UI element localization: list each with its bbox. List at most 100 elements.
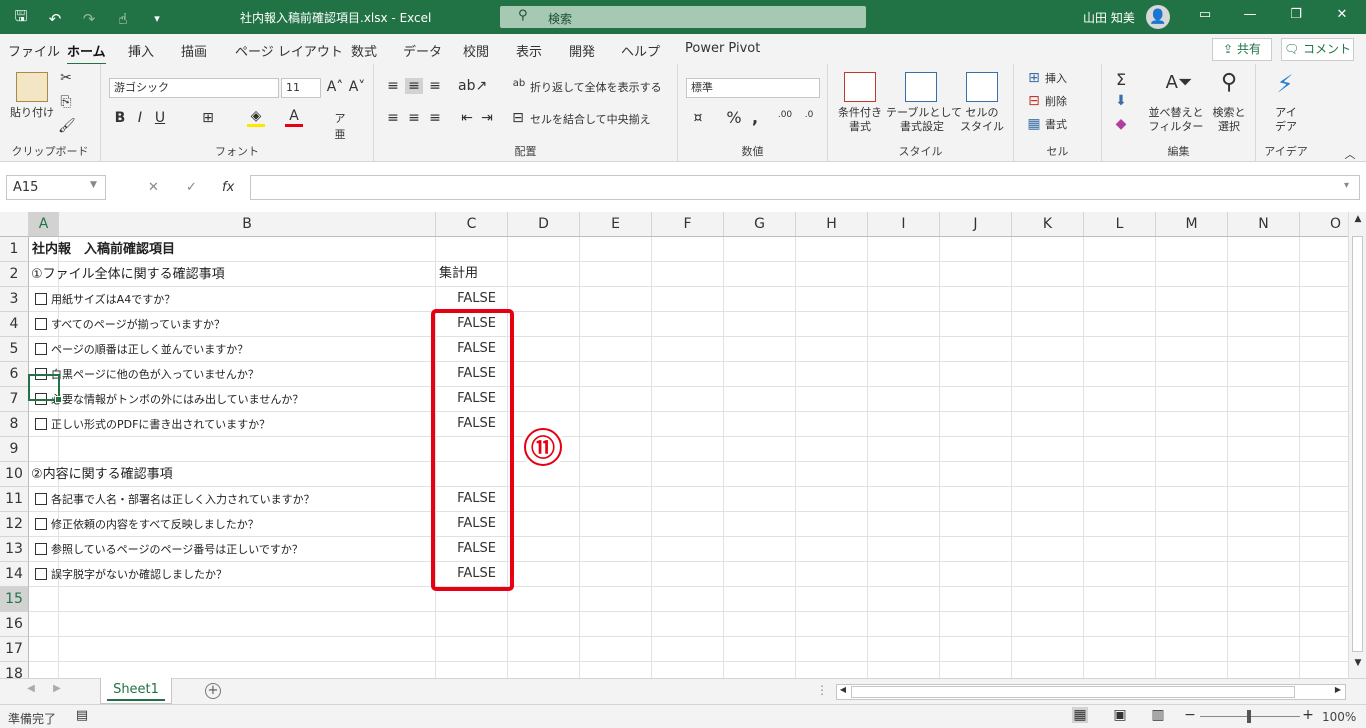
ideas-button[interactable]: アイ デア — [1260, 106, 1312, 134]
tab-split-handle[interactable]: ⋮ — [816, 683, 828, 697]
section-heading-cell[interactable]: ①ファイル全体に関する確認事項 — [31, 262, 225, 286]
tab-page-layout[interactable]: ページ レイアウト — [235, 41, 343, 60]
touch-mode-icon[interactable]: ☝ — [112, 10, 134, 28]
row-header-17[interactable]: 17 — [0, 637, 29, 662]
user-avatar-icon[interactable]: 👤 — [1146, 5, 1170, 29]
column-header-i[interactable]: I — [868, 212, 940, 237]
bold-icon[interactable]: B — [113, 110, 127, 126]
row-header-4[interactable]: 4 — [0, 312, 29, 337]
section-heading-cell[interactable]: ②内容に関する確認事項 — [31, 462, 173, 486]
comments-button[interactable]: 🗨 コメント — [1281, 38, 1354, 61]
zoom-out-icon[interactable]: − — [1184, 707, 1196, 723]
page-layout-view-icon[interactable]: ▣ — [1112, 707, 1128, 723]
row-header-18[interactable]: 18 — [0, 662, 29, 678]
tab-draw[interactable]: 描画 — [181, 41, 207, 60]
align-top-icon[interactable]: ≡ — [384, 78, 402, 94]
column-header-h[interactable]: H — [796, 212, 868, 237]
name-box-dropdown-icon[interactable]: ▼ — [90, 180, 97, 190]
horizontal-scroll-thumb[interactable] — [851, 686, 1295, 698]
orientation-icon[interactable]: ab↗ — [458, 78, 487, 94]
column-header-d[interactable]: D — [508, 212, 580, 237]
checkbox[interactable] — [35, 492, 47, 505]
borders-icon[interactable]: ⊞ — [199, 110, 217, 126]
share-button[interactable]: ⇪ 共有 — [1212, 38, 1272, 61]
number-format-select[interactable]: 標準 — [686, 78, 820, 98]
aggregate-header-cell[interactable]: 集計用 — [439, 262, 478, 286]
row-header-16[interactable]: 16 — [0, 612, 29, 637]
find-select-button[interactable]: 検索と 選択 — [1206, 106, 1252, 134]
check-item-cell[interactable]: 誤字脱字がないか確認しましたか？ — [35, 562, 227, 586]
check-item-cell[interactable]: 各記事で人名・部署名は正しく入力されていますか？ — [35, 487, 315, 511]
check-item-cell[interactable]: すべてのページが揃っていますか？ — [35, 312, 225, 336]
format-as-table-button[interactable]: テーブルとして 書式設定 — [886, 106, 962, 134]
checkbox[interactable] — [35, 567, 47, 580]
row-header-12[interactable]: 12 — [0, 512, 29, 537]
restore-button[interactable]: ❐ — [1286, 7, 1306, 22]
column-header-b[interactable]: B — [59, 212, 436, 237]
normal-view-icon[interactable]: ▦ — [1072, 707, 1088, 723]
clear-icon[interactable]: ◆ — [1112, 116, 1130, 132]
close-button[interactable]: ✕ — [1332, 7, 1352, 22]
linked-value-cell[interactable]: FALSE — [436, 287, 496, 311]
zoom-slider-thumb[interactable] — [1247, 710, 1251, 723]
wrap-text-button[interactable]: 折り返して全体を表示する — [530, 81, 662, 95]
check-item-cell[interactable]: 用紙サイズはA4ですか？ — [35, 287, 175, 311]
conditional-formatting-button[interactable]: 条件付き 書式 — [834, 106, 886, 134]
font-name-select[interactable]: 游ゴシック — [109, 78, 279, 98]
underline-icon[interactable]: U — [153, 110, 167, 126]
prev-sheet-icon[interactable]: ◀ — [24, 683, 38, 694]
check-item-cell[interactable]: 修正依頼の内容をすべて反映しましたか？ — [35, 512, 259, 536]
scroll-up-icon[interactable]: ▲ — [1352, 214, 1364, 224]
check-item-cell[interactable]: 正しい形式のPDFに書き出されていますか？ — [35, 412, 270, 436]
scroll-right-icon[interactable]: ▶ — [1333, 685, 1343, 694]
tab-formulas[interactable]: 数式 — [351, 41, 377, 60]
scroll-down-icon[interactable]: ▼ — [1352, 658, 1364, 668]
format-cells-button[interactable]: 書式 — [1045, 118, 1067, 132]
decrease-font-icon[interactable]: A˅ — [348, 79, 366, 95]
check-item-cell[interactable]: 白黒ページに他の色が入っていませんか？ — [35, 362, 259, 386]
tab-view[interactable]: 表示 — [516, 41, 542, 60]
decrease-indent-icon[interactable]: ⇤ — [458, 110, 476, 126]
tab-data[interactable]: データ — [403, 41, 442, 60]
vertical-scroll-thumb[interactable] — [1352, 236, 1363, 652]
delete-cells-button[interactable]: 削除 — [1045, 95, 1067, 109]
format-as-table-icon[interactable] — [905, 72, 937, 102]
checkbox[interactable] — [35, 517, 47, 530]
cancel-icon[interactable]: ✕ — [148, 180, 159, 195]
currency-icon[interactable]: ¤ — [688, 110, 708, 126]
comma-icon[interactable]: , — [748, 108, 762, 127]
font-color-icon[interactable]: A — [285, 108, 303, 127]
merge-center-button[interactable]: セルを結合して中央揃え — [530, 113, 651, 127]
checkbox[interactable] — [35, 542, 47, 555]
sort-filter-button[interactable]: 並べ替えと フィルター — [1146, 106, 1206, 134]
column-header-e[interactable]: E — [580, 212, 652, 237]
percent-icon[interactable]: % — [724, 108, 744, 127]
user-name[interactable]: 山田 知美 — [1083, 9, 1135, 26]
formula-input[interactable] — [250, 175, 1360, 200]
fill-icon[interactable]: ⬇ — [1112, 93, 1130, 109]
minimize-button[interactable]: — — [1240, 7, 1260, 22]
align-middle-icon[interactable]: ≡ — [405, 78, 423, 94]
check-item-cell[interactable]: ページの順番は正しく並んでいますか？ — [35, 337, 248, 361]
insert-cells-button[interactable]: 挿入 — [1045, 72, 1067, 86]
checkbox[interactable] — [35, 317, 47, 330]
next-sheet-icon[interactable]: ▶ — [50, 683, 64, 694]
align-left-icon[interactable]: ≡ — [384, 110, 402, 126]
increase-font-icon[interactable]: A˄ — [326, 79, 344, 95]
page-break-view-icon[interactable]: ▥ — [1150, 707, 1166, 723]
redo-icon[interactable]: ↷ — [78, 10, 100, 28]
column-header-f[interactable]: F — [652, 212, 724, 237]
row-header-5[interactable]: 5 — [0, 337, 29, 362]
enter-icon[interactable]: ✓ — [186, 180, 197, 195]
phonetic-icon[interactable]: ア亜 — [331, 110, 349, 142]
zoom-level[interactable]: 100% — [1322, 710, 1356, 724]
row-header-8[interactable]: 8 — [0, 412, 29, 437]
column-header-j[interactable]: J — [940, 212, 1012, 237]
cell-styles-button[interactable]: セルの スタイル — [956, 106, 1008, 134]
tab-help[interactable]: ヘルプ — [621, 41, 660, 60]
row-header-6[interactable]: 6 — [0, 362, 29, 387]
column-header-k[interactable]: K — [1012, 212, 1084, 237]
paste-button[interactable]: 貼り付け — [6, 106, 58, 120]
increase-indent-icon[interactable]: ⇥ — [478, 110, 496, 126]
save-icon[interactable]: 🖫 — [10, 6, 32, 31]
